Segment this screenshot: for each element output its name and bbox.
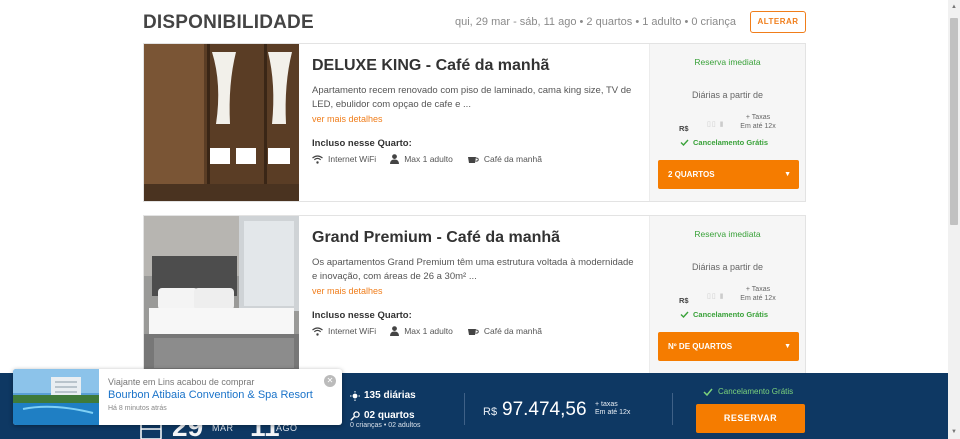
availability-title: DISPONIBILIDADE: [143, 12, 314, 33]
book-button[interactable]: RESERVAR: [696, 404, 805, 433]
coffee-cup-icon: [467, 156, 479, 163]
check-icon: [703, 388, 713, 396]
scroll-up-icon[interactable]: ▲: [948, 0, 960, 14]
scroll-down-icon[interactable]: ▼: [948, 425, 960, 439]
amenity-wifi: Internet WiFi: [312, 154, 376, 164]
price-placeholder: ▯▯ ▮: [707, 293, 725, 300]
search-summary: qui, 29 mar - sáb, 11 ago • 2 quartos • …: [454, 16, 736, 28]
price-currency: R$: [679, 296, 689, 305]
free-cancel-label: Cancelamento Grátis: [703, 387, 793, 396]
total-price: 97.474,56: [502, 399, 587, 420]
room-description: Apartamento recem renovado com piso de l…: [312, 85, 632, 110]
total-taxes: + taxas Em até 12x: [595, 401, 631, 416]
sun-icon: [350, 390, 360, 401]
divider: [672, 393, 673, 425]
scrollbar[interactable]: ▲ ▼: [948, 0, 960, 439]
room-card: DELUXE KING - Café da manhã Apartamento …: [143, 43, 806, 202]
amenity-breakfast: Café da manhã: [467, 154, 542, 164]
room-photo: [144, 216, 299, 373]
check-icon: [680, 311, 689, 318]
rooms-count: 02 quartos: [350, 410, 415, 421]
room-price-panel: Reserva imediata Diárias a partir de R$ …: [649, 44, 805, 201]
price-taxes: + Taxas Em até 12x: [740, 114, 776, 130]
room-name: Grand Premium - Café da manhã: [312, 229, 561, 246]
caret-down-icon: ▼: [784, 343, 791, 350]
person-icon: [390, 154, 400, 164]
room-info: Grand Premium - Café da manhã Os apartam…: [312, 216, 637, 373]
wifi-icon: [312, 326, 323, 336]
amenity-label: Internet WiFi: [328, 154, 377, 164]
room-name: DELUXE KING - Café da manhã: [312, 57, 550, 74]
page: DISPONIBILIDADE qui, 29 mar - sáb, 11 ag…: [0, 0, 948, 439]
purchase-notification[interactable]: Viajante em Lins acabou de comprar Bourb…: [13, 369, 342, 425]
scrollbar-thumb[interactable]: [950, 18, 958, 225]
included-title: Incluso nesse Quarto:: [312, 138, 412, 149]
guests-summary: 0 crianças • 02 adultos: [350, 422, 421, 429]
from-price-label: Diárias a partir de: [691, 262, 764, 272]
amenities-list: Internet WiFi Max 1 adulto Café da manhã: [312, 154, 556, 164]
key-icon: [350, 410, 360, 421]
check-icon: [680, 139, 689, 146]
amenity-breakfast: Café da manhã: [467, 326, 542, 336]
room-description: Os apartamentos Grand Premium têm uma es…: [312, 257, 634, 282]
amenity-label: Café da manhã: [483, 326, 542, 336]
instant-booking-label: Reserva imediata: [694, 229, 761, 239]
availability-header: DISPONIBILIDADE qui, 29 mar - sáb, 11 ag…: [143, 8, 806, 38]
coffee-cup-icon: [467, 328, 479, 335]
caret-down-icon: ▼: [784, 171, 791, 178]
room-quantity-select[interactable]: 2 QUARTOS ▼: [658, 160, 799, 189]
free-cancel-label: Cancelamento Grátis: [680, 138, 768, 147]
close-icon[interactable]: ✕: [324, 375, 336, 387]
hotel-thumbnail: [13, 369, 99, 425]
amenity-label: Max 1 adulto: [404, 154, 453, 164]
total-currency: R$: [483, 406, 498, 418]
person-icon: [390, 326, 400, 336]
room-info: DELUXE KING - Café da manhã Apartamento …: [312, 44, 637, 201]
room-price-panel: Reserva imediata Diárias a partir de R$ …: [649, 216, 805, 373]
instant-booking-label: Reserva imediata: [694, 57, 761, 67]
room-card: Grand Premium - Café da manhã Os apartam…: [143, 215, 806, 374]
nights-count: 135 diárias: [350, 390, 416, 401]
price-placeholder: ▯▯ ▮: [707, 121, 725, 128]
from-price-label: Diárias a partir de: [691, 90, 764, 100]
amenity-label: Max 1 adulto: [404, 326, 453, 336]
price-taxes: + Taxas Em até 12x: [740, 286, 776, 302]
alter-search-button[interactable]: ALTERAR: [750, 11, 806, 33]
notification-time: Há 8 minutos atrás: [108, 405, 167, 412]
divider: [464, 393, 465, 425]
amenity-max-guests: Max 1 adulto: [390, 154, 453, 164]
amenity-label: Internet WiFi: [328, 326, 377, 336]
amenities-list: Internet WiFi Max 1 adulto Café da manhã: [312, 326, 556, 336]
hotel-link[interactable]: Bourbon Atibaia Convention & Spa Resort: [108, 389, 313, 401]
price-currency: R$: [679, 124, 689, 133]
amenity-label: Café da manhã: [483, 154, 542, 164]
more-details-link[interactable]: ver mais detalhes: [312, 286, 383, 296]
room-photo: [144, 44, 299, 201]
notification-message: Viajante em Lins acabou de comprar: [108, 377, 255, 387]
more-details-link[interactable]: ver mais detalhes: [312, 114, 383, 124]
wifi-icon: [312, 154, 323, 164]
included-title: Incluso nesse Quarto:: [312, 310, 412, 321]
room-quantity-select[interactable]: Nº DE QUARTOS ▼: [658, 332, 799, 361]
amenity-max-guests: Max 1 adulto: [390, 326, 453, 336]
amenity-wifi: Internet WiFi: [312, 326, 376, 336]
free-cancel-label: Cancelamento Grátis: [680, 310, 768, 319]
